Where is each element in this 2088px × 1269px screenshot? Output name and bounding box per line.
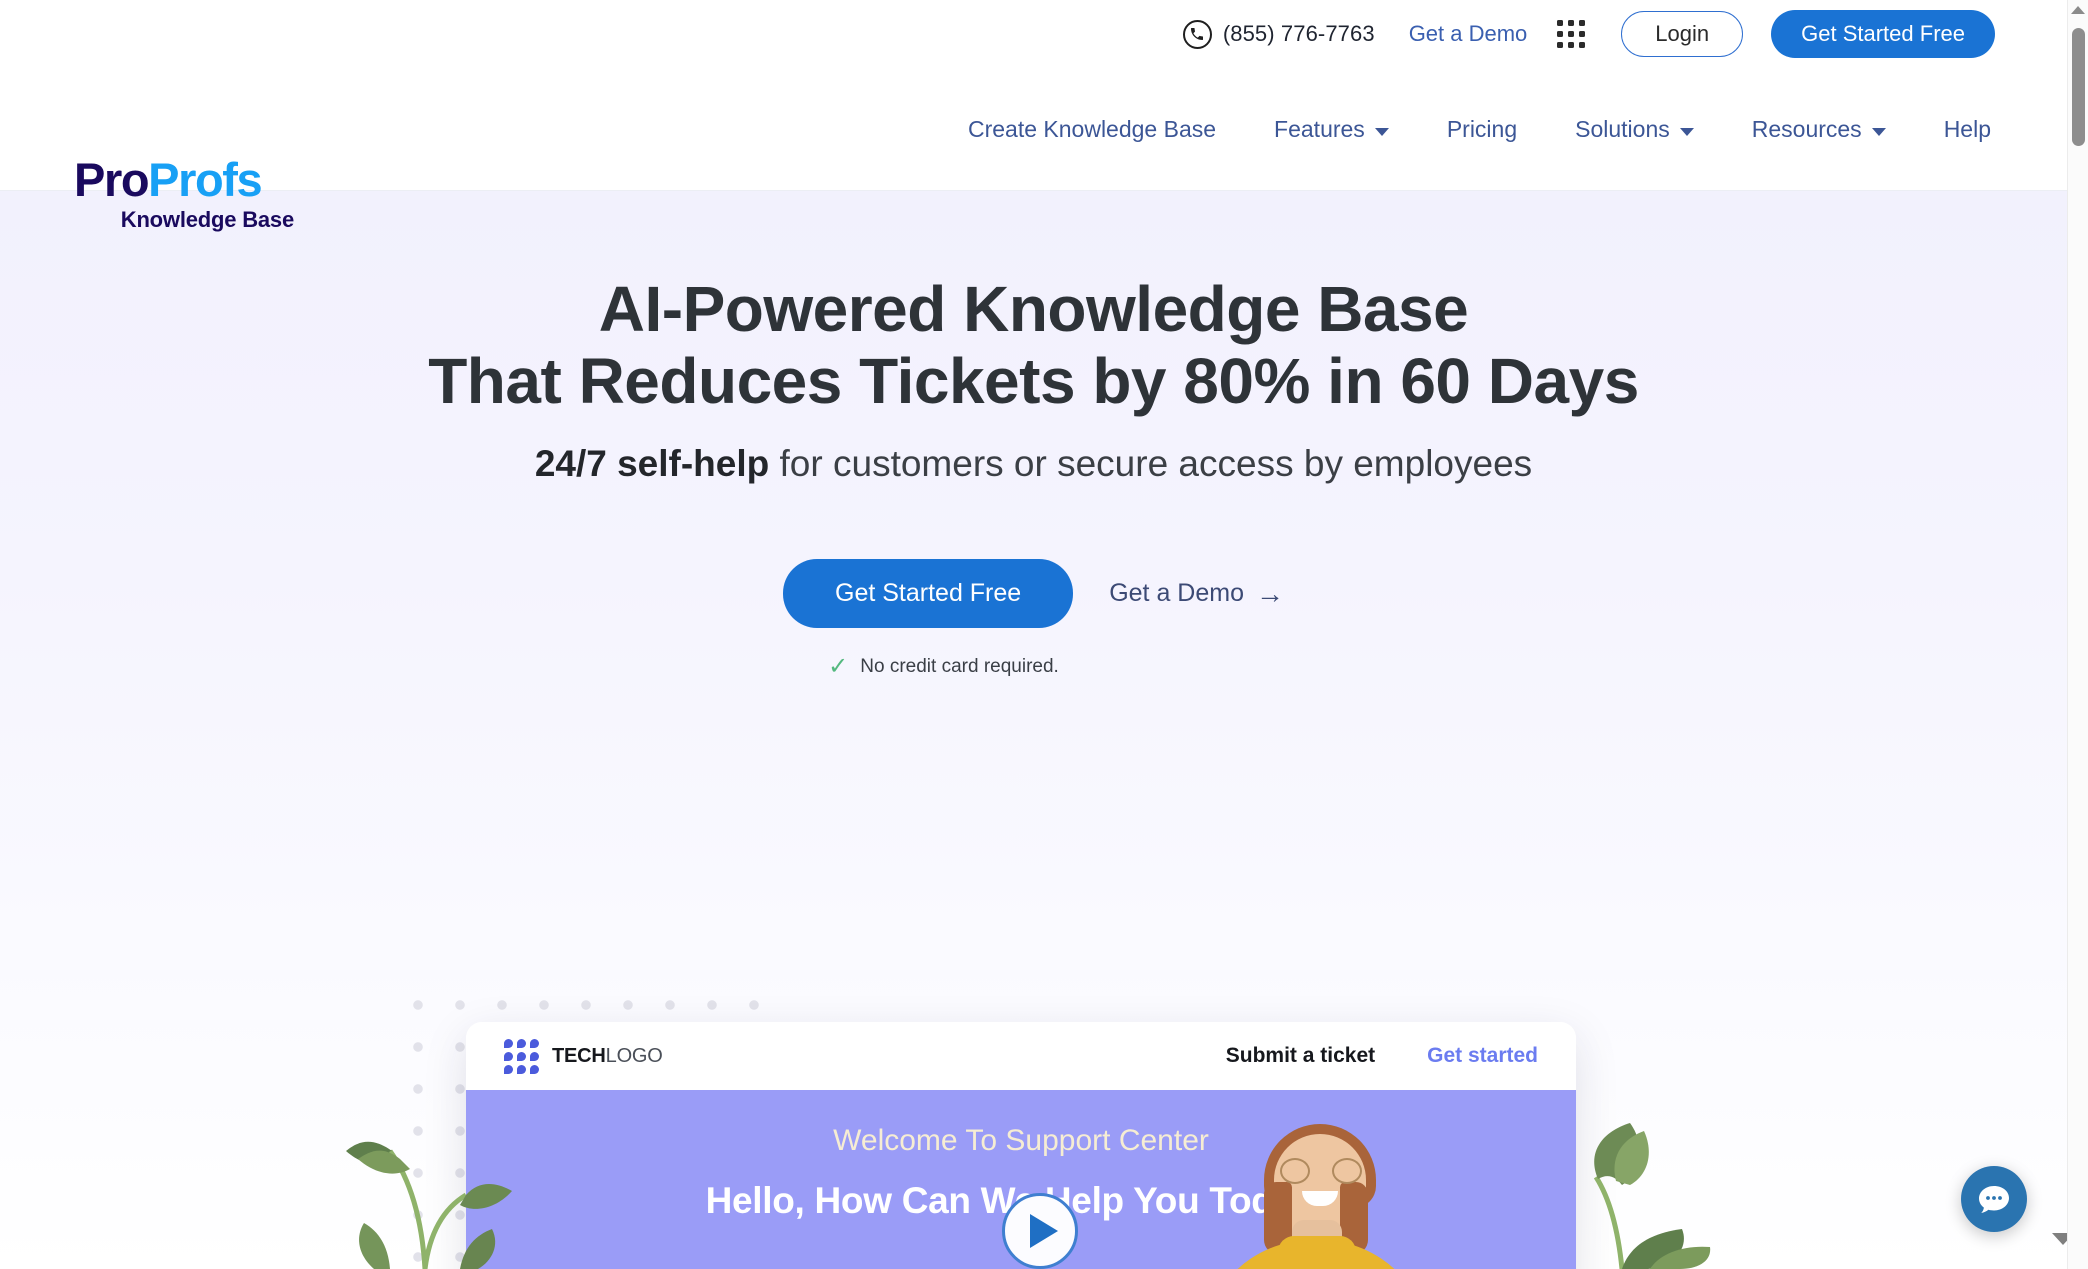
- nav-label: Help: [1943, 116, 1991, 142]
- mockup-get-started-link[interactable]: Get started: [1427, 1044, 1538, 1068]
- play-icon: [1029, 1214, 1058, 1248]
- arrow-right-icon: →: [1255, 577, 1284, 609]
- glasses-icon: [1278, 1158, 1364, 1184]
- hero-subheading-rest: for customers or secure access by employ…: [769, 443, 1533, 485]
- chevron-down-icon: [1374, 127, 1389, 136]
- utility-bar: (855) 776-7763 Get a Demo Login Get Star…: [0, 0, 2067, 68]
- mockup-header: TECHLOGO Submit a ticket Get started: [466, 1022, 1576, 1090]
- mockup-nav: Submit a ticket Get started: [1226, 1044, 1538, 1068]
- no-credit-card-text: No credit card required.: [860, 656, 1059, 678]
- hero-demo-label: Get a Demo: [1109, 579, 1244, 608]
- nav-item-features[interactable]: Features: [1274, 116, 1389, 143]
- techlogo-text: TECHLOGO: [552, 1045, 663, 1068]
- hero-get-a-demo-link[interactable]: Get a Demo →: [1109, 579, 1284, 608]
- video-play-button[interactable]: [1002, 1193, 1078, 1269]
- plant-left-decoration: [346, 1141, 512, 1269]
- hero-cta-row: Get Started Free Get a Demo →: [0, 559, 2067, 629]
- chevron-down-icon: [1871, 127, 1886, 136]
- nav-item-list: Create Knowledge Base Features Pricing S…: [968, 68, 1991, 191]
- chat-bubble-icon: [1979, 1186, 2009, 1213]
- no-credit-card-note: ✓ No credit card required.: [0, 655, 1887, 679]
- phone-contact[interactable]: (855) 776-7763: [1182, 19, 1375, 49]
- nav-item-create-knowledge-base[interactable]: Create Knowledge Base: [968, 116, 1216, 143]
- hero-heading-line-2: That Reduces Tickets by 80% in 60 Days: [428, 344, 1639, 417]
- logo-subtitle: Knowledge Base: [120, 207, 294, 232]
- hero-heading-line-1: AI-Powered Knowledge Base: [598, 273, 1469, 345]
- chat-widget-button[interactable]: [1961, 1166, 2027, 1232]
- logo-pro-text: Pro: [74, 153, 150, 206]
- support-agent-photo: [1186, 1115, 1446, 1269]
- hero-section: AI-Powered Knowledge Base That Reduces T…: [0, 191, 2067, 1269]
- mockup-submit-ticket-link[interactable]: Submit a ticket: [1226, 1044, 1375, 1068]
- nav-item-help[interactable]: Help: [1944, 116, 1991, 143]
- hero-subheading: 24/7 self-help for customers or secure a…: [0, 443, 2067, 485]
- top-get-a-demo-link[interactable]: Get a Demo: [1409, 21, 1528, 47]
- scrollbar-thumb[interactable]: [2072, 28, 2085, 146]
- techlogo-bold: TECH: [552, 1044, 606, 1067]
- page-scrollbar[interactable]: [2067, 0, 2088, 1269]
- logo-wordmark: ProProfs: [74, 156, 294, 203]
- phone-number: (855) 776-7763: [1222, 21, 1375, 46]
- proprofs-logo[interactable]: ProProfs Knowledge Base: [74, 156, 294, 233]
- scroll-up-arrow-icon[interactable]: [2071, 6, 2085, 14]
- nav-item-pricing[interactable]: Pricing: [1447, 116, 1517, 143]
- techlogo-brand: TECHLOGO: [504, 1038, 663, 1074]
- nav-label: Resources: [1751, 116, 1862, 142]
- login-button[interactable]: Login: [1621, 11, 1744, 57]
- grid-apps-icon[interactable]: [1557, 20, 1586, 48]
- top-get-started-free-button[interactable]: Get Started Free: [1771, 10, 1995, 58]
- logo-profs-text: Profs: [148, 153, 263, 206]
- nav-item-solutions[interactable]: Solutions: [1575, 116, 1694, 143]
- page-title: AI-Powered Knowledge Base That Reduces T…: [0, 191, 2067, 417]
- page-viewport: (855) 776-7763 Get a Demo Login Get Star…: [0, 0, 2088, 1269]
- main-navigation: ProProfs Knowledge Base Create Knowledge…: [0, 68, 2067, 232]
- plant-right-decoration: [1593, 1123, 1711, 1269]
- chevron-down-icon: [1679, 127, 1694, 136]
- techlogo-light: LOGO: [605, 1044, 663, 1067]
- check-icon: ✓: [828, 653, 849, 681]
- hero-get-started-free-button[interactable]: Get Started Free: [783, 559, 1074, 629]
- nav-label: Pricing: [1446, 116, 1518, 142]
- torso: [1202, 1240, 1430, 1269]
- hero-subheading-bold: 24/7 self-help: [534, 443, 770, 485]
- nav-label: Create Knowledge Base: [967, 116, 1217, 142]
- nav-label: Features: [1274, 116, 1365, 142]
- nav-item-resources[interactable]: Resources: [1752, 116, 1886, 143]
- phone-icon: [1182, 19, 1212, 49]
- nav-label: Solutions: [1575, 116, 1670, 142]
